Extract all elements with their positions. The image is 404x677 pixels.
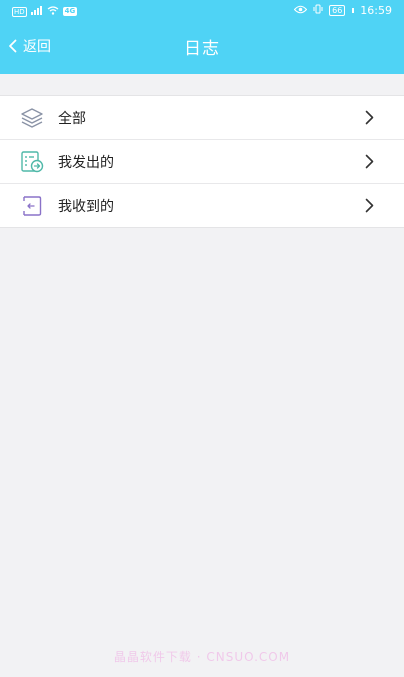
- vibrate-icon: [313, 4, 323, 17]
- sim-badge: HD: [12, 6, 27, 17]
- chevron-right-icon: [365, 198, 374, 217]
- battery-indicator: 66: [329, 5, 346, 16]
- page-title: 日志: [184, 39, 220, 59]
- clock: 16:59: [360, 4, 392, 17]
- eye-icon: [293, 4, 308, 17]
- status-left: HD 4G: [12, 5, 78, 18]
- network-badge: 4G: [62, 7, 78, 16]
- watermark: 晶晶软件下载 · CNSUO.COM: [113, 650, 291, 664]
- menu-item-received[interactable]: 我收到的: [0, 184, 404, 227]
- chevron-right-icon: [365, 110, 374, 129]
- menu-item-label: 我发出的: [58, 154, 114, 171]
- menu-item-sent[interactable]: 我发出的: [0, 140, 404, 184]
- menu-item-all[interactable]: 全部: [0, 96, 404, 140]
- battery-level: 66: [332, 6, 343, 15]
- chevron-right-icon: [365, 154, 374, 173]
- sent-log-icon: [20, 150, 44, 174]
- status-bar: HD 4G 66 16:59: [0, 0, 404, 22]
- header: HD 4G 66 16:59 返回 日志: [0, 0, 404, 74]
- wifi-icon: [47, 5, 59, 18]
- menu-item-label: 我收到的: [58, 198, 114, 215]
- menu-item-label: 全部: [58, 110, 86, 127]
- nav-bar: 返回 日志: [0, 22, 404, 74]
- signal-icon: [30, 5, 43, 18]
- battery-tip: [352, 8, 355, 13]
- received-log-icon: [20, 194, 44, 218]
- log-menu-list: 全部 我发出的 我收到的: [0, 95, 404, 228]
- screen: HD 4G 66 16:59 返回 日志 全部 我发出的 我收到的 晶晶软件下载…: [0, 0, 404, 677]
- status-right: 66 16:59: [293, 4, 392, 17]
- layers-icon: [20, 106, 44, 130]
